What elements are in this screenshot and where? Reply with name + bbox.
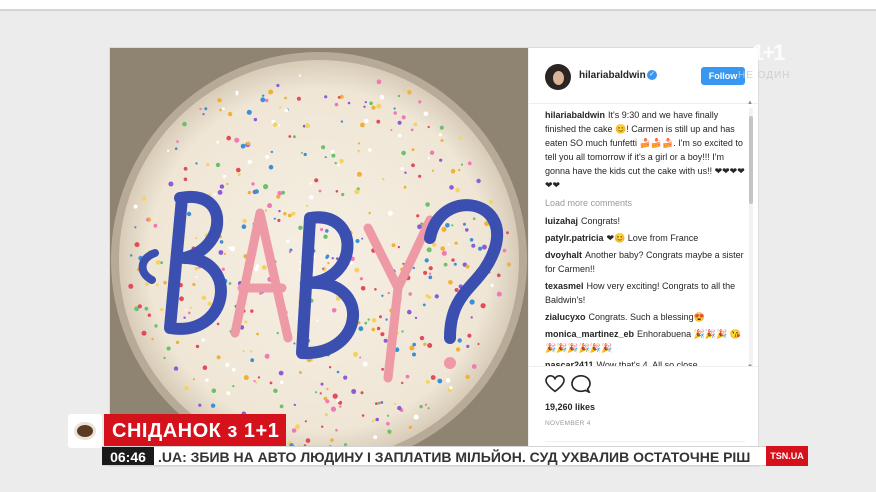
comment-item: dvoyhalt Another baby? Congrats maybe a s… <box>545 248 745 276</box>
channel-slogan: НЕ ОДИН <box>738 70 791 81</box>
coffee-cup-icon <box>68 414 102 448</box>
post-photo <box>110 48 528 466</box>
top-divider <box>0 9 876 11</box>
scroll-up-arrow-icon[interactable]: ▲ <box>747 100 753 106</box>
show-logo: СНІДАНОК з 1+1 <box>68 414 286 448</box>
comment-item: patylr.patricia ❤😊 Love from France <box>545 231 745 245</box>
comment-text: Congrats. Such a blessing😍 <box>588 312 705 322</box>
comment-text: ❤😊 Love from France <box>606 233 699 243</box>
channel-logo-digits: 1+1 <box>752 40 785 65</box>
news-ticker: 06:46 .UA: ЗБИВ НА АВТО ЛЮДИНУ І ЗАПЛАТИ… <box>102 446 808 466</box>
instagram-post: hilariabaldwin ✓ Follow hilariabaldwin It… <box>109 47 759 467</box>
clock: 06:46 <box>102 447 154 465</box>
comment-username[interactable]: luizahaj <box>545 216 578 226</box>
comment-username[interactable]: zialucyxo <box>545 312 586 322</box>
caption-username[interactable]: hilariabaldwin <box>545 110 605 120</box>
cake-image <box>110 48 528 466</box>
scrollbar[interactable] <box>749 108 753 370</box>
comment-list: luizahaj Congrats! patylr.patricia ❤😊 Love … <box>545 214 745 372</box>
comments-area: hilariabaldwin It's 9:30 and we have fina… <box>545 108 745 372</box>
comment-username[interactable]: patylr.patricia <box>545 233 604 243</box>
tsn-badge: TSN.UA <box>766 446 808 466</box>
show-title: СНІДАНОК з 1+1 <box>104 414 286 448</box>
comment-item: monica_martinez_eb Enhorabuena 🎉🎉🎉 😘🎉🎉🎉🎉🎉… <box>545 327 745 355</box>
channel-watermark: 1+1 НЕ ОДИН <box>738 40 848 90</box>
load-more-comments[interactable]: Load more comments <box>545 196 745 210</box>
comment-username[interactable]: monica_martinez_eb <box>545 329 634 339</box>
post-caption: hilariabaldwin It's 9:30 and we have fina… <box>545 108 745 192</box>
post-date: NOVEMBER 4 <box>545 420 591 427</box>
post-header: hilariabaldwin ✓ Follow <box>529 48 758 104</box>
post-sidebar: hilariabaldwin ✓ Follow hilariabaldwin It… <box>528 48 758 466</box>
comment-text: Congrats! <box>581 216 621 226</box>
comment-username[interactable]: texasmel <box>545 281 584 291</box>
ticker-text: .UA: ЗБИВ НА АВТО ЛЮДИНУ І ЗАПЛАТИВ МІЛЬ… <box>158 449 751 465</box>
scrollbar-thumb[interactable] <box>749 116 753 204</box>
avatar[interactable] <box>545 64 571 90</box>
verified-badge-icon: ✓ <box>647 70 657 80</box>
caption-text: It's 9:30 and we have finally finished t… <box>545 110 745 190</box>
question-dot <box>444 357 456 369</box>
heart-icon[interactable] <box>545 375 565 393</box>
comment-item: texasmel How very exciting! Congrats to a… <box>545 279 745 307</box>
post-username[interactable]: hilariabaldwin <box>579 70 646 81</box>
comment-item: luizahaj Congrats! <box>545 214 745 228</box>
comment-icon[interactable] <box>571 375 591 393</box>
likes-count[interactable]: 19,260 likes <box>545 402 595 412</box>
comment-username[interactable]: dvoyhalt <box>545 250 582 260</box>
comment-item: zialucyxo Congrats. Such a blessing😍 <box>545 310 745 324</box>
